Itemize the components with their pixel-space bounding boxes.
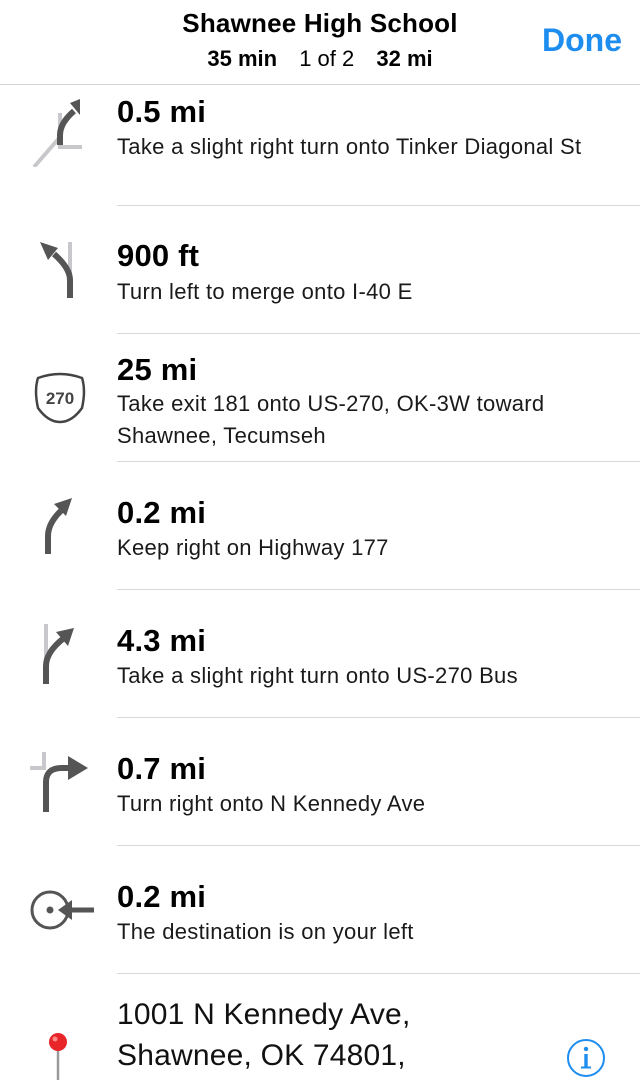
step-distance: 0.5 mi xyxy=(117,94,207,129)
route-index: 1 of 2 xyxy=(299,46,355,71)
step-distance: 0.2 mi xyxy=(117,495,207,530)
slight-right-turn-icon xyxy=(43,624,74,684)
list-item[interactable]: 0.7 mi Turn right onto N Kennedy Ave xyxy=(0,718,640,846)
list-item[interactable]: 270 25 mi Take exit 181 onto US-270, OK-… xyxy=(0,334,640,462)
step-instruction: Take a slight right turn onto Tinker Dia… xyxy=(117,134,582,159)
step-distance: 0.7 mi xyxy=(117,751,207,786)
us-270-shield-icon: 270 xyxy=(34,372,86,424)
list-item[interactable]: 4.3 mi Take a slight right turn onto US-… xyxy=(0,590,640,718)
merge-left-icon xyxy=(40,242,73,298)
keep-right-icon xyxy=(45,498,72,554)
slight-right-turn-icon xyxy=(32,99,82,167)
list-item[interactable]: 900 ft Turn left to merge onto I-40 E xyxy=(0,206,640,334)
route-distance: 32 mi xyxy=(376,46,433,71)
destination-left-icon xyxy=(30,890,94,930)
list-item[interactable]: 0.5 mi Take a slight right turn onto Tin… xyxy=(0,85,640,206)
step-distance: 4.3 mi xyxy=(117,623,207,658)
step-instruction: Turn left to merge onto I-40 E xyxy=(117,279,413,304)
directions-list: 0.5 mi Take a slight right turn onto Tin… xyxy=(0,85,640,1080)
destination-address-line1: 1001 N Kennedy Ave, xyxy=(117,998,411,1031)
step-distance: 0.2 mi xyxy=(117,879,207,914)
step-distance: 25 mi xyxy=(117,352,198,387)
step-instruction: Keep right on Highway 177 xyxy=(117,535,389,560)
route-duration: 35 min xyxy=(207,46,278,71)
shield-number: 270 xyxy=(46,389,74,408)
map-pin-icon xyxy=(49,1033,67,1080)
list-item[interactable]: 0.2 mi Keep right on Highway 177 xyxy=(0,462,640,590)
destination-row[interactable]: 1001 N Kennedy Ave, Shawnee, OK 74801, xyxy=(0,974,640,1080)
step-instruction: Take a slight right turn onto US-270 Bus xyxy=(117,663,518,688)
destination-address-line2: Shawnee, OK 74801, xyxy=(117,1039,406,1072)
step-instruction: Turn right onto N Kennedy Ave xyxy=(117,791,426,816)
step-distance: 900 ft xyxy=(117,238,200,273)
info-icon[interactable] xyxy=(566,1038,606,1078)
step-instruction: The destination is on your left xyxy=(117,919,414,944)
done-button[interactable]: Done xyxy=(542,22,622,59)
list-item[interactable]: 0.2 mi The destination is on your left xyxy=(0,846,640,974)
right-turn-icon xyxy=(30,752,88,812)
step-instruction: Take exit 181 onto US-270, OK-3W toward … xyxy=(117,391,545,448)
navigation-header: Shawnee High School 35 min 1 of 2 32 mi … xyxy=(0,0,640,85)
